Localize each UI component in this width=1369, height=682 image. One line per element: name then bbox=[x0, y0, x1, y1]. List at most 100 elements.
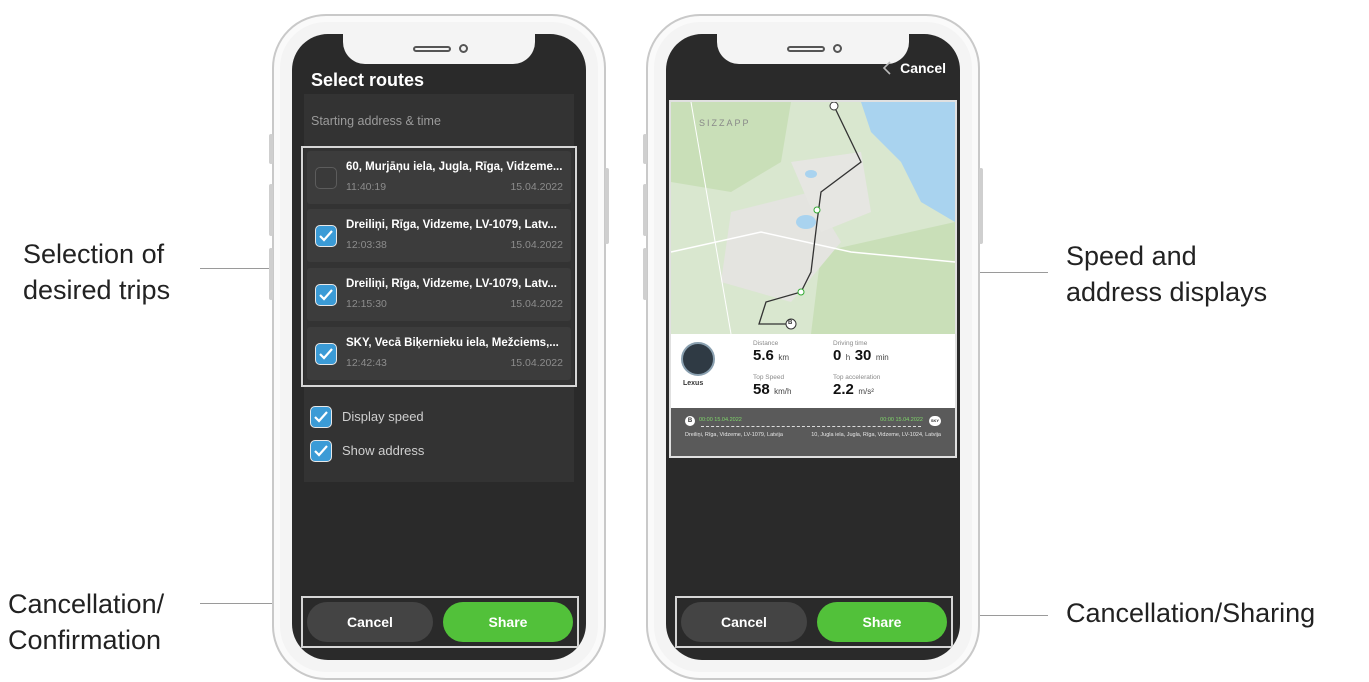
route-date: 15.04.2022 bbox=[510, 239, 563, 251]
top-speed-value: 58 bbox=[753, 381, 770, 398]
route-checkbox[interactable] bbox=[315, 343, 337, 365]
map-graphic bbox=[671, 102, 955, 334]
route-date: 15.04.2022 bbox=[510, 298, 563, 310]
route-item[interactable]: Dreiliņi, Rīga, Vidzeme, LV-1079, Latv..… bbox=[307, 209, 571, 262]
map-brand-logo: SIZZAPP bbox=[699, 118, 751, 128]
callout-cancel-confirm-line1: Cancellation/ bbox=[8, 589, 165, 619]
minutes-unit: min bbox=[875, 353, 889, 362]
trip-stats: Lexus Distance 5.6 km Driving time 0 h 3… bbox=[671, 334, 955, 408]
check-icon bbox=[319, 289, 333, 301]
route-time: 11:40:19 bbox=[346, 181, 387, 193]
mute-switch bbox=[643, 134, 647, 164]
show-address-label: Show address bbox=[342, 443, 425, 458]
left-phone: Select routes Starting address & time 60… bbox=[269, 14, 609, 680]
route-checkbox[interactable] bbox=[315, 225, 337, 247]
callout-speed-address-line2: address displays bbox=[1066, 277, 1268, 307]
back-cancel-label: Cancel bbox=[900, 60, 946, 76]
check-icon bbox=[314, 445, 328, 457]
share-preview: SIZZAPP B Lexus Distance 5.6 km Driving … bbox=[669, 100, 957, 458]
page-title: Select routes bbox=[311, 70, 425, 90]
top-acceleration-label: Top acceleration bbox=[833, 374, 881, 381]
route-address: 60, Murjāņu iela, Jugla, Rīga, Vidzeme..… bbox=[346, 161, 563, 173]
display-speed-option[interactable]: Display speed bbox=[310, 406, 460, 430]
routes-subtitle: Starting address & time bbox=[311, 114, 441, 128]
notch bbox=[717, 34, 909, 64]
back-cancel-link[interactable]: Cancel bbox=[882, 58, 946, 78]
callout-cancel-share: Cancellation/Sharing bbox=[1066, 598, 1316, 628]
power-button bbox=[605, 168, 609, 244]
driving-minutes: 30 bbox=[854, 347, 872, 364]
distance-unit: km bbox=[778, 353, 789, 362]
power-button bbox=[979, 168, 983, 244]
route-checkbox[interactable] bbox=[315, 167, 337, 189]
check-icon bbox=[314, 411, 328, 423]
route-checkbox[interactable] bbox=[315, 284, 337, 306]
front-camera bbox=[459, 44, 468, 53]
distance-label: Distance bbox=[753, 340, 779, 347]
display-speed-label: Display speed bbox=[342, 409, 424, 424]
trip-start-address: Dreiliņi, Rīga, Vidzeme, LV-1079, Latvij… bbox=[685, 432, 783, 438]
route-date: 15.04.2022 bbox=[510, 181, 563, 193]
trip-start-time: 00:00 15.04.2022 bbox=[699, 417, 742, 423]
distance-value: 5.6 bbox=[753, 347, 774, 364]
route-time: 12:15:30 bbox=[346, 298, 387, 310]
route-address: Dreiliņi, Rīga, Vidzeme, LV-1079, Latv..… bbox=[346, 278, 557, 290]
trip-dashed-line bbox=[701, 426, 921, 427]
map-start-marker: B bbox=[788, 320, 793, 326]
front-camera bbox=[833, 44, 842, 53]
driving-time-label: Driving time bbox=[833, 340, 868, 347]
top-speed-unit: km/h bbox=[774, 387, 792, 396]
callout-selection-line2: desired trips bbox=[23, 275, 171, 305]
callout-speed-address-line1: Speed and bbox=[1066, 241, 1197, 271]
volume-down-button bbox=[269, 248, 273, 300]
right-screen: Cancel SIZZAPP B Lexus Distance 5.6 km D… bbox=[666, 34, 960, 660]
callout-selection: Selection of desired trips bbox=[23, 236, 170, 308]
route-time: 12:03:38 bbox=[346, 239, 387, 251]
route-item[interactable]: Dreiliņi, Rīga, Vidzeme, LV-1079, Latv..… bbox=[307, 268, 571, 321]
trip-end-address: 10, Jugla iela, Jugla, Rīga, Vidzeme, LV… bbox=[811, 432, 941, 438]
right-phone: Cancel SIZZAPP B Lexus Distance 5.6 km D… bbox=[643, 14, 983, 680]
show-address-option[interactable]: Show address bbox=[310, 440, 460, 464]
speaker-grille bbox=[413, 46, 451, 52]
top-acceleration-value: 2.2 bbox=[833, 381, 854, 398]
left-screen: Select routes Starting address & time 60… bbox=[292, 34, 586, 660]
top-speed-stat: Top Speed 58 km/h bbox=[753, 374, 791, 399]
cancel-button[interactable]: Cancel bbox=[307, 602, 433, 642]
route-item[interactable]: 60, Murjāņu iela, Jugla, Rīga, Vidzeme..… bbox=[307, 151, 571, 204]
display-speed-checkbox[interactable] bbox=[310, 406, 332, 428]
start-marker-icon: B bbox=[685, 416, 695, 426]
chevron-left-icon bbox=[882, 61, 891, 75]
top-acceleration-stat: Top acceleration 2.2 m/s² bbox=[833, 374, 880, 399]
share-button[interactable]: Share bbox=[443, 602, 573, 642]
cancel-button[interactable]: Cancel bbox=[681, 602, 807, 642]
callout-cancel-confirm-line2: Confirmation bbox=[8, 625, 162, 655]
callout-speed-address: Speed and address displays bbox=[1066, 238, 1267, 310]
routes-panel: Starting address & time 60, Murjāņu iela… bbox=[301, 94, 577, 482]
top-speed-label: Top Speed bbox=[753, 374, 785, 381]
distance-stat: Distance 5.6 km bbox=[753, 340, 789, 365]
top-acceleration-unit: m/s² bbox=[858, 387, 874, 396]
hours-unit: h bbox=[845, 353, 851, 362]
left-action-bar: Cancel Share bbox=[301, 596, 579, 648]
driving-time-stat: Driving time 0 h 30 min bbox=[833, 340, 889, 365]
callout-cancel-confirm: Cancellation/ Confirmation bbox=[8, 586, 164, 658]
route-map[interactable]: SIZZAPP B bbox=[671, 102, 955, 334]
trip-end-time: 00:00 15.04.2022 bbox=[880, 417, 923, 423]
volume-up-button bbox=[643, 184, 647, 236]
speaker-grille bbox=[787, 46, 825, 52]
check-icon bbox=[319, 348, 333, 360]
right-action-bar: Cancel Share bbox=[675, 596, 953, 648]
route-date: 15.04.2022 bbox=[510, 357, 563, 369]
route-time: 12:42:43 bbox=[346, 357, 387, 369]
vehicle-name: Lexus bbox=[683, 380, 704, 387]
trip-address-strip: B 00:00 15.04.2022 00:00 15.04.2022 SKY … bbox=[671, 408, 955, 456]
show-address-checkbox[interactable] bbox=[310, 440, 332, 462]
notch bbox=[343, 34, 535, 64]
route-address: Dreiliņi, Rīga, Vidzeme, LV-1079, Latv..… bbox=[346, 219, 557, 231]
share-button[interactable]: Share bbox=[817, 602, 947, 642]
end-marker-icon: SKY bbox=[929, 416, 941, 426]
route-address: SKY, Vecā Biķernieku iela, Mežciems,... bbox=[346, 337, 559, 349]
route-item[interactable]: SKY, Vecā Biķernieku iela, Mežciems,... … bbox=[307, 327, 571, 380]
mute-switch bbox=[269, 134, 273, 164]
vehicle-avatar bbox=[681, 342, 715, 376]
